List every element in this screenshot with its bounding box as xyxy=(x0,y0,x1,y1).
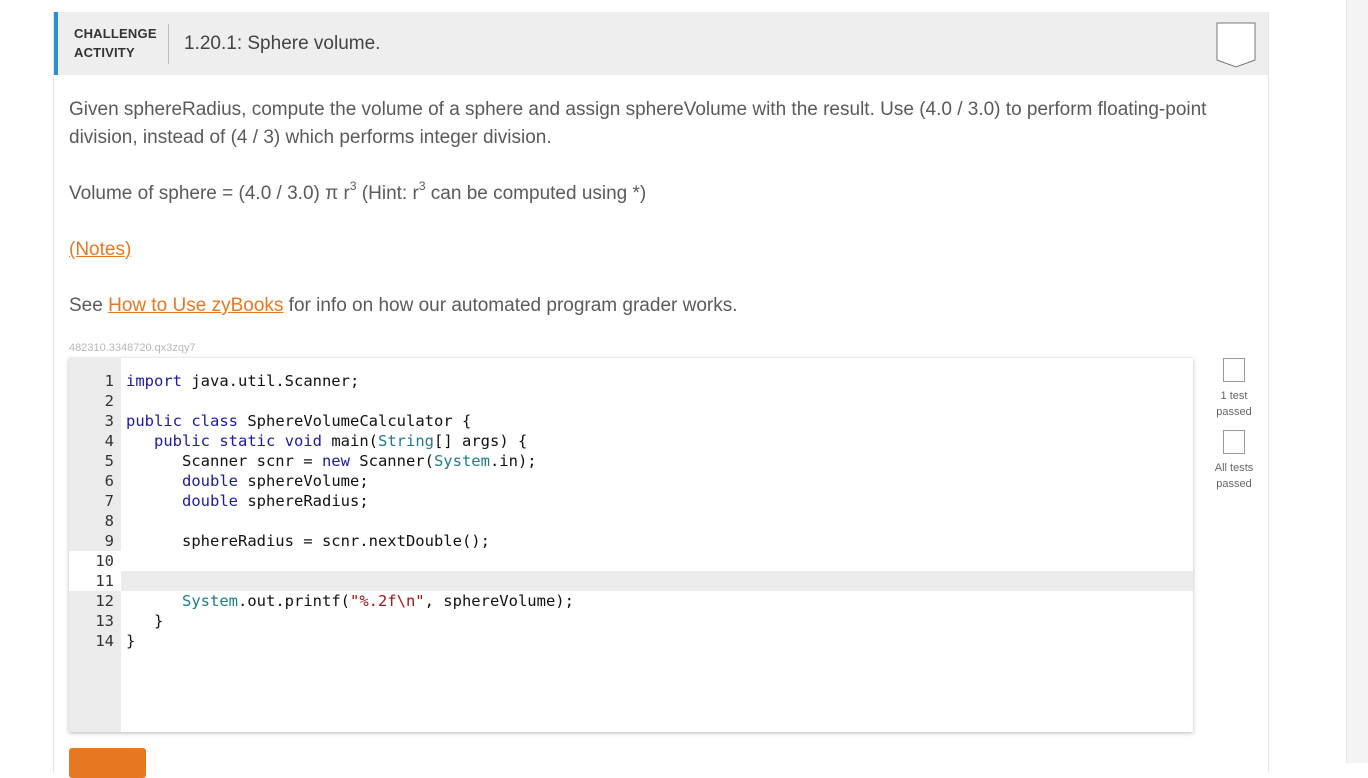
see-suffix: for info on how our automated program gr… xyxy=(283,295,738,316)
completion-bookmark-icon xyxy=(1216,22,1256,68)
challenge-activity-card: CHALLENGE ACTIVITY 1.20.1: Sphere volume… xyxy=(53,12,1269,778)
activity-type-line2: ACTIVITY xyxy=(74,45,135,60)
how-to-use-zybooks-link[interactable]: How to Use zyBooks xyxy=(108,295,283,316)
code-line[interactable]: 14} xyxy=(69,631,1193,651)
see-prefix: See xyxy=(69,295,109,316)
volume-formula: Volume of sphere = (4.0 / 3.0) π r3 (Hin… xyxy=(69,180,1209,208)
activity-type-line1: CHALLENGE xyxy=(74,26,157,41)
code-line[interactable]: 2 xyxy=(69,391,1193,411)
code-lines[interactable]: 1 import java.util.Scanner; 2 3 public cla… xyxy=(69,371,1193,651)
code-line[interactable]: 7 double sphereRadius; xyxy=(69,491,1193,511)
line-number: 4 xyxy=(104,432,114,450)
grader-info-text: See How to Use zyBooks for info on how o… xyxy=(69,292,1209,320)
line-number: 5 xyxy=(104,452,114,470)
line-number: 13 xyxy=(95,612,114,630)
formula-exponent: 3 xyxy=(349,179,357,193)
line-number: 6 xyxy=(104,472,114,490)
one-test-passed-indicator xyxy=(1223,358,1245,382)
formula-hint-start: (Hint: r xyxy=(356,183,419,204)
code-line[interactable]: 10 xyxy=(69,551,1193,571)
instructions-paragraph: Given sphereRadius, compute the volume o… xyxy=(69,99,1207,148)
line-number: 7 xyxy=(104,492,114,510)
line-number: 9 xyxy=(104,532,114,550)
line-number: 1 xyxy=(104,372,114,390)
one-test-passed-label: 1 test passed xyxy=(1216,390,1252,418)
activity-code-id: 482310.3348720.qx3zqy7 xyxy=(69,342,196,354)
code-line[interactable]: 12 System.out.printf("%.2f\n", sphereVol… xyxy=(69,591,1193,611)
code-line[interactable]: 8 xyxy=(69,511,1193,531)
code-line-active[interactable]: 11 xyxy=(69,571,1193,591)
formula-hint-end: can be computed using *) xyxy=(425,183,647,204)
notes-link[interactable]: (Notes) xyxy=(69,239,131,260)
code-line[interactable]: 1 import java.util.Scanner; xyxy=(69,371,1193,391)
code-line[interactable]: 5 Scanner scnr = new Scanner(System.in); xyxy=(69,451,1193,471)
header-divider xyxy=(168,24,169,64)
activity-instructions: Given sphereRadius, compute the volume o… xyxy=(69,96,1209,320)
page-scrollbar-track[interactable] xyxy=(1346,0,1368,763)
code-editor[interactable]: 1 import java.util.Scanner; 2 3 public cla… xyxy=(69,358,1193,732)
line-number: 3 xyxy=(104,412,114,430)
code-line[interactable]: 13 } xyxy=(69,611,1193,631)
code-line[interactable]: 3 public class SphereVolumeCalculator { xyxy=(69,411,1193,431)
activity-header: CHALLENGE ACTIVITY 1.20.1: Sphere volume… xyxy=(54,12,1268,75)
line-number: 8 xyxy=(104,512,114,530)
line-number: 14 xyxy=(95,632,114,650)
all-tests-passed-indicator xyxy=(1223,430,1245,454)
code-line[interactable]: 6 double sphereVolume; xyxy=(69,471,1193,491)
formula-hint-exponent: 3 xyxy=(418,179,426,193)
code-line[interactable]: 9 sphereRadius = scnr.nextDouble(); xyxy=(69,531,1193,551)
check-button[interactable] xyxy=(69,748,146,778)
all-tests-passed-label: All tests passed xyxy=(1214,462,1254,490)
line-number: 10 xyxy=(69,551,121,571)
line-number: 11 xyxy=(69,571,121,591)
activity-title: 1.20.1: Sphere volume. xyxy=(184,33,381,54)
formula-prefix: Volume of sphere = (4.0 / 3.0) π r xyxy=(69,183,350,204)
line-number: 2 xyxy=(104,392,114,410)
line-number: 12 xyxy=(95,592,114,610)
test-status-panel: 1 test passed All tests passed xyxy=(1209,358,1259,502)
activity-type-label: CHALLENGE ACTIVITY xyxy=(74,24,157,62)
code-line[interactable]: 4 public static void main(String[] args)… xyxy=(69,431,1193,451)
